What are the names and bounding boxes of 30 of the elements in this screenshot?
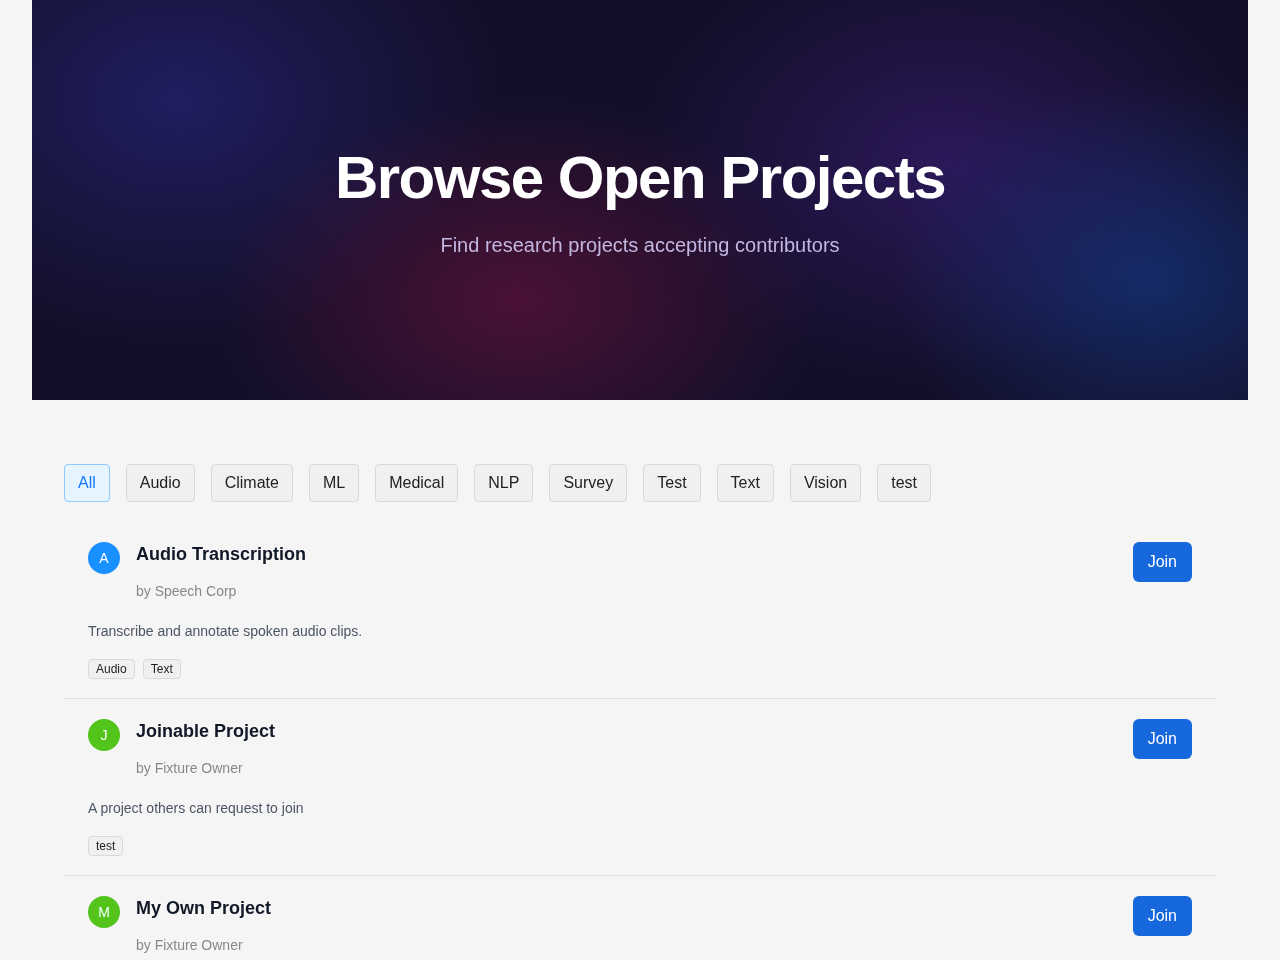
filter-tab[interactable]: test [877, 464, 931, 502]
avatar: M [88, 896, 120, 928]
join-button[interactable]: Join [1132, 719, 1192, 759]
page-subtitle: Find research projects accepting contributors [440, 234, 840, 257]
project-owner: by Fixture Owner [136, 937, 244, 953]
project-title: Joinable Project [136, 721, 276, 742]
filter-tab[interactable]: Text [716, 464, 774, 502]
project-tag: Text [142, 659, 181, 679]
project-description: A project others can request to join [88, 800, 305, 816]
join-button[interactable]: Join [1132, 896, 1192, 936]
filter-tab[interactable]: Survey [549, 464, 628, 502]
filter-tab[interactable]: All [64, 464, 110, 502]
project-owner: by Speech Corp [136, 583, 238, 599]
filter-tab[interactable]: Medical [375, 464, 459, 502]
project-description: Transcribe and annotate spoken audio clips. [88, 623, 364, 639]
filter-tab[interactable]: Audio [125, 464, 195, 502]
avatar: A [88, 542, 120, 574]
filter-tab[interactable]: Test [643, 464, 701, 502]
page-title: Browse Open Projects [334, 143, 946, 212]
project-tag: Audio [88, 659, 135, 679]
filter-tab[interactable]: ML [308, 464, 360, 502]
filter-tab[interactable]: Vision [789, 464, 862, 502]
project-title: Audio Transcription [136, 544, 306, 565]
filter-tab[interactable]: Climate [210, 464, 293, 502]
project-tag: test [88, 836, 124, 856]
project-owner: by Fixture Owner [136, 760, 244, 776]
avatar: J [88, 719, 120, 751]
join-button[interactable]: Join [1132, 542, 1192, 582]
project-title: My Own Project [136, 898, 272, 919]
filter-tab[interactable]: NLP [474, 464, 534, 502]
